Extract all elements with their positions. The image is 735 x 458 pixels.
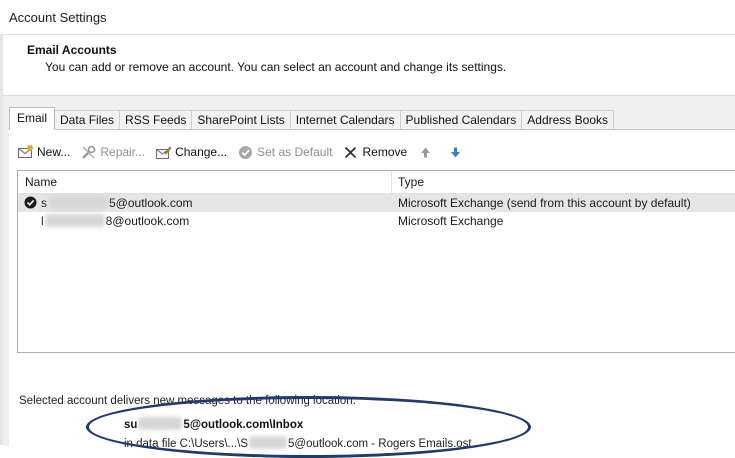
tab-published-calendars[interactable]: Published Calendars (399, 110, 523, 130)
remove-x-icon (342, 144, 359, 161)
move-down-button[interactable] (447, 141, 467, 163)
tab-rss-feeds[interactable]: RSS Feeds (119, 110, 193, 130)
list-header: Name Type (18, 171, 735, 194)
account-name: l 8@outlook.com (41, 214, 190, 228)
set-default-check-icon (237, 144, 254, 161)
column-header-name[interactable]: Name (25, 175, 57, 189)
account-row[interactable]: l 8@outlook.com Microsoft Exchange (18, 212, 735, 230)
repair-button-label: Repair... (100, 145, 146, 159)
move-up-button[interactable] (417, 141, 437, 163)
remove-button[interactable]: Remove (342, 141, 407, 163)
section-description: You can add or remove an account. You ca… (45, 60, 507, 74)
new-account-icon (17, 144, 34, 161)
arrow-down-icon (447, 144, 464, 161)
set-default-button[interactable]: Set as Default (237, 141, 332, 163)
new-button-label: New... (37, 145, 71, 159)
account-name: s 5@outlook.com (41, 196, 193, 210)
toolbar: New... Repair... Change... Set as Defaul… (17, 141, 477, 163)
new-button[interactable]: New... (17, 141, 70, 163)
tab-internet-calendars[interactable]: Internet Calendars (289, 110, 401, 130)
tab-strip: Email Data Files RSS Feeds SharePoint Li… (9, 107, 614, 130)
account-type: Microsoft Exchange (398, 214, 504, 228)
section-title: Email Accounts (27, 43, 117, 57)
repair-button[interactable]: Repair... (80, 141, 145, 163)
highlight-annotation-ellipse (86, 396, 531, 458)
email-tab-panel: New... Repair... Change... Set as Defaul… (9, 129, 735, 458)
set-default-button-label: Set as Default (257, 145, 333, 159)
header-area: Email Accounts You can add or remove an … (3, 34, 735, 95)
arrow-up-icon (417, 144, 434, 161)
tab-data-files[interactable]: Data Files (54, 110, 121, 130)
change-account-icon (155, 144, 172, 161)
tab-email[interactable]: Email (9, 107, 56, 130)
change-button[interactable]: Change... (155, 141, 227, 163)
account-row[interactable]: s 5@outlook.com Microsoft Exchange (send … (18, 194, 735, 212)
tab-address-books[interactable]: Address Books (521, 110, 614, 130)
column-divider[interactable] (391, 171, 392, 193)
title-bar: Account Settings (0, 0, 735, 34)
window-title: Account Settings (9, 10, 107, 25)
tab-sharepoint-lists[interactable]: SharePoint Lists (191, 110, 291, 130)
remove-button-label: Remove (362, 145, 408, 159)
content-area: Email Data Files RSS Feeds SharePoint Li… (3, 95, 735, 458)
redacted-text (44, 214, 105, 227)
repair-tools-icon (80, 144, 97, 161)
change-button-label: Change... (175, 145, 228, 159)
column-header-type[interactable]: Type (398, 175, 424, 189)
default-account-check-icon (24, 196, 37, 212)
accounts-list[interactable]: Name Type s 5@outlook.com Microsoft Excha… (17, 170, 735, 353)
redacted-text (48, 196, 108, 209)
account-type: Microsoft Exchange (send from this accou… (398, 196, 691, 210)
